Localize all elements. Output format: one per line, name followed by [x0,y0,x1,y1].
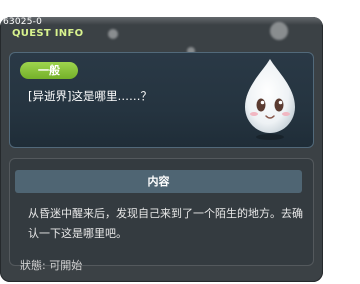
snow-particle [108,29,118,39]
quest-description: 从昏迷中醒来后，发现自己来到了一个陌生的地方。去确认一下这是哪里吧。 [28,207,303,240]
quest-content-panel: 内容 从昏迷中醒来后，发现自己来到了一个陌生的地方。去确认一下这是哪里吧。 [9,158,314,266]
window-title: QUEST INFO [12,28,84,39]
quest-name: [异逝界]这是哪里……？ [28,89,152,103]
quest-category-badge: 一般 [20,62,78,79]
white-spirit-mascot-icon [245,59,295,140]
quest-info-window: QUEST INFO 一般 [异逝界]这是哪里……？ 内容 从昏迷中醒来后，发现… [0,17,323,282]
content-header: 内容 [15,170,302,193]
quest-id-label: 63025-0 [3,17,43,27]
quest-status: 狀態: 可開始 [20,259,83,272]
snow-particle [270,22,288,40]
quest-summary-panel: 一般 [异逝界]这是哪里……？ [9,52,314,148]
